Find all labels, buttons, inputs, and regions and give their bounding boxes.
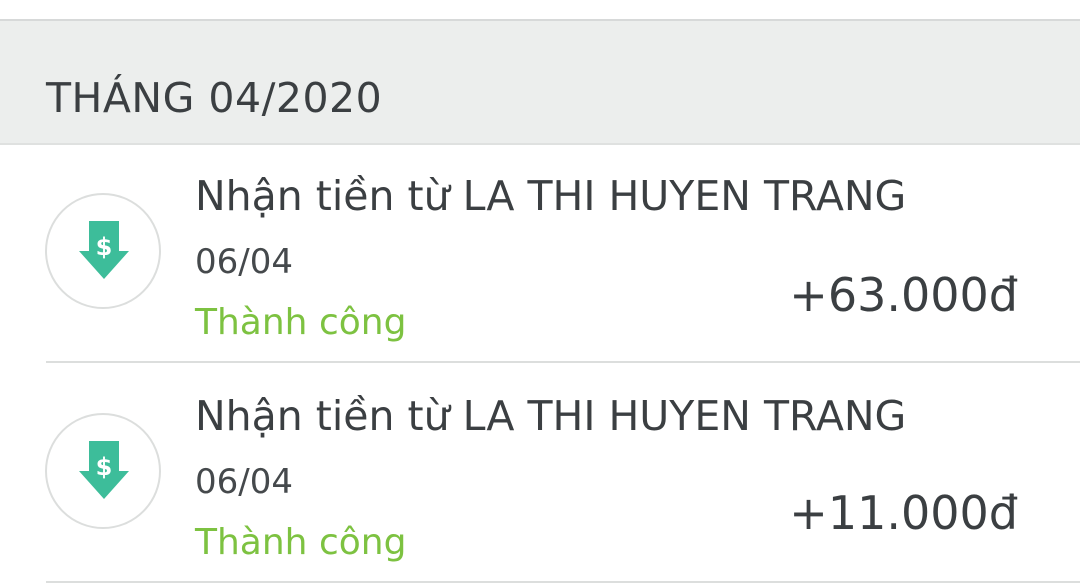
svg-text:$: $: [96, 453, 113, 481]
transaction-row[interactable]: $ Nhận tiền từ LA THI HUYEN TRANG 06/04 …: [0, 365, 1080, 583]
svg-text:$: $: [96, 233, 113, 261]
transaction-date: 06/04: [195, 462, 293, 502]
row-divider: [46, 361, 1080, 363]
transaction-row[interactable]: $ Nhận tiền từ LA THI HUYEN TRANG 06/04 …: [0, 145, 1080, 363]
transaction-amount: +63.000đ: [789, 268, 1018, 322]
download-dollar-icon: $: [79, 221, 129, 279]
transaction-title: Nhận tiền từ LA THI HUYEN TRANG: [195, 392, 907, 440]
money-receive-icon: $: [45, 413, 161, 529]
download-dollar-icon: $: [79, 441, 129, 499]
transaction-title: Nhận tiền từ LA THI HUYEN TRANG: [195, 172, 907, 220]
month-section-header: THÁNG 04/2020: [0, 21, 1080, 145]
money-receive-icon: $: [45, 193, 161, 309]
transaction-history-screen: THÁNG 04/2020 $ Nhận tiền từ LA THI HUYE…: [0, 0, 1080, 588]
transaction-date: 06/04: [195, 242, 293, 282]
top-bar-edge: [0, 0, 1080, 21]
transaction-status: Thành công: [195, 302, 407, 343]
transaction-status: Thành công: [195, 522, 407, 563]
month-label: THÁNG 04/2020: [46, 74, 383, 122]
transaction-amount: +11.000đ: [789, 486, 1018, 540]
row-divider: [46, 581, 1080, 583]
